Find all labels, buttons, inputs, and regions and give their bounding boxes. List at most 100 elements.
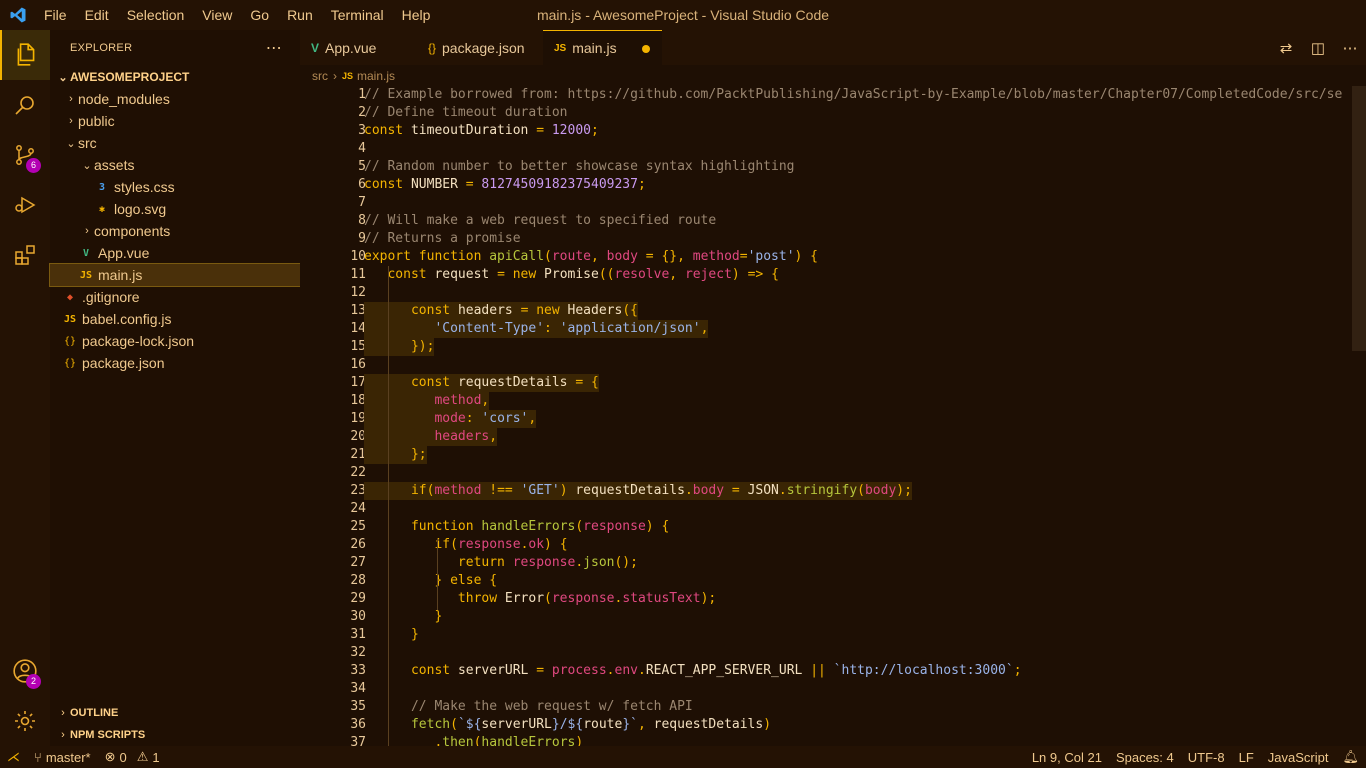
accounts-icon[interactable]: 2	[0, 646, 50, 696]
line-number: 8	[358, 213, 366, 228]
code-text: // Returns a promise	[364, 231, 521, 246]
cursor-position[interactable]: Ln 9, Col 21	[1025, 750, 1109, 765]
line-number: 27	[350, 555, 366, 570]
npm-scripts-section[interactable]: › NPM SCRIPTS	[50, 724, 300, 746]
split-editor-icon[interactable]: ◫	[1302, 39, 1334, 57]
code-line: 21 };	[300, 446, 1366, 464]
line-number: 3	[358, 123, 366, 138]
encoding[interactable]: UTF-8	[1181, 750, 1232, 765]
vertical-scrollbar[interactable]	[1352, 86, 1366, 351]
tree-item-label: main.js	[98, 267, 143, 283]
run-debug-icon[interactable]	[0, 180, 50, 230]
tab-app-vue[interactable]: V App.vue	[300, 30, 417, 65]
line-number: 6	[358, 177, 366, 192]
js-file-icon: JS	[79, 269, 93, 281]
line-number: 21	[350, 447, 366, 462]
modified-dot-icon[interactable]	[642, 45, 650, 53]
code-text: const headers = new Headers({	[364, 302, 638, 320]
line-number: 16	[350, 357, 366, 372]
tab-package-json[interactable]: {} package.json	[417, 30, 543, 65]
menu-run[interactable]: Run	[278, 0, 322, 30]
menu-file[interactable]: File	[35, 0, 76, 30]
tree-item-gitignore[interactable]: ◆ .gitignore	[50, 286, 300, 308]
line-number: 34	[350, 681, 366, 696]
line-number: 18	[350, 393, 366, 408]
outline-section[interactable]: › OUTLINE	[50, 702, 300, 724]
breadcrumb-folder[interactable]: src	[312, 69, 328, 83]
code-line: 23 if(method !== 'GET') requestDetails.b…	[300, 482, 1366, 500]
code-editor[interactable]: 1// Example borrowed from: https://githu…	[300, 86, 1366, 746]
line-number: 36	[350, 717, 366, 732]
code-text: // Define timeout duration	[364, 105, 568, 120]
notifications-bell-icon[interactable]: 🔔︎	[1335, 749, 1366, 765]
tree-item-package-json[interactable]: {} package.json	[50, 352, 300, 374]
menu-edit[interactable]: Edit	[76, 0, 118, 30]
status-right: Ln 9, Col 21 Spaces: 4 UTF-8 LF JavaScri…	[1025, 746, 1366, 768]
menu-view[interactable]: View	[193, 0, 241, 30]
code-line: 16	[300, 356, 1366, 374]
explorer-title: EXPLORER	[70, 42, 133, 54]
menu-go[interactable]: Go	[241, 0, 278, 30]
code-text: if(response.ok) {	[434, 537, 568, 552]
code-line: 14 'Content-Type': 'application/json',	[300, 320, 1366, 338]
editor-actions: ⇄ ◫ ⋯	[1270, 30, 1366, 65]
menu-help[interactable]: Help	[393, 0, 440, 30]
code-line: 18 method,	[300, 392, 1366, 410]
activity-bar: 6 2	[0, 30, 50, 746]
tree-item-src[interactable]: ⌄ src	[50, 132, 300, 154]
vue-icon: V	[311, 40, 320, 55]
tree-item-public[interactable]: › public	[50, 110, 300, 132]
outline-label: OUTLINE	[70, 707, 119, 719]
code-line: 22	[300, 464, 1366, 482]
search-icon[interactable]	[0, 80, 50, 130]
language-mode[interactable]: JavaScript	[1261, 750, 1336, 765]
tree-item-package-lock[interactable]: {} package-lock.json	[50, 330, 300, 352]
tree-item-app-vue[interactable]: V App.vue	[50, 242, 300, 264]
code-text: const requestDetails = {	[364, 374, 599, 392]
problems-status[interactable]: ⊗ 0 ⚠ 1	[98, 749, 167, 765]
json-file-icon: {}	[63, 357, 77, 369]
code-text: } else {	[434, 573, 498, 588]
tree-item-components[interactable]: › components	[50, 220, 300, 242]
tree-item-babel-config[interactable]: JS babel.config.js	[50, 308, 300, 330]
svg-file-icon: ✱	[98, 203, 106, 215]
more-actions-icon[interactable]: ⋯	[266, 38, 282, 58]
source-control-icon[interactable]: 6	[0, 130, 50, 180]
line-number: 5	[358, 159, 366, 174]
code-text: const serverURL = process.env.REACT_APP_…	[410, 663, 1022, 678]
settings-gear-icon[interactable]	[0, 696, 50, 746]
more-actions-icon[interactable]: ⋯	[1334, 39, 1366, 57]
line-number: 25	[350, 519, 366, 534]
menu-selection[interactable]: Selection	[118, 0, 194, 30]
line-number: 33	[350, 663, 366, 678]
line-ending[interactable]: LF	[1232, 750, 1261, 765]
explorer-icon[interactable]	[0, 30, 50, 80]
js-file-icon: JS	[63, 313, 77, 325]
tree-item-assets[interactable]: ⌄ assets	[50, 154, 300, 176]
code-text: headers,	[364, 428, 498, 446]
tree-item-node-modules[interactable]: › node_modules	[50, 88, 300, 110]
branch-status[interactable]: ⑂ master*	[27, 750, 98, 765]
indentation[interactable]: Spaces: 4	[1109, 750, 1181, 765]
code-text: const request = new Promise((resolve, re…	[387, 267, 779, 282]
remote-icon[interactable]: ⋌	[0, 749, 27, 765]
line-number: 10	[350, 249, 366, 264]
menu-terminal[interactable]: Terminal	[322, 0, 393, 30]
tab-main-js[interactable]: JS main.js	[543, 30, 662, 65]
js-icon: JS	[554, 42, 567, 54]
tree-item-logo-svg[interactable]: ✱ logo.svg	[50, 198, 300, 220]
extensions-icon[interactable]	[0, 230, 50, 280]
code-line: 19 mode: 'cors',	[300, 410, 1366, 428]
code-text: };	[364, 446, 427, 464]
project-name: AWESOMEPROJECT	[70, 70, 190, 84]
open-changes-icon[interactable]: ⇄	[1270, 39, 1302, 57]
breadcrumb-file[interactable]: main.js	[357, 69, 395, 83]
vscode-logo-icon	[0, 0, 35, 30]
project-root[interactable]: ⌄ AWESOMEPROJECT	[50, 66, 300, 88]
tree-item-main-js[interactable]: JS main.js	[49, 263, 301, 287]
tree-item-styles-css[interactable]: 3 styles.css	[50, 176, 300, 198]
line-number: 15	[350, 339, 366, 354]
chevron-right-icon: ›	[85, 225, 89, 237]
code-text: }	[410, 627, 419, 642]
git-file-icon: ◆	[66, 291, 74, 303]
